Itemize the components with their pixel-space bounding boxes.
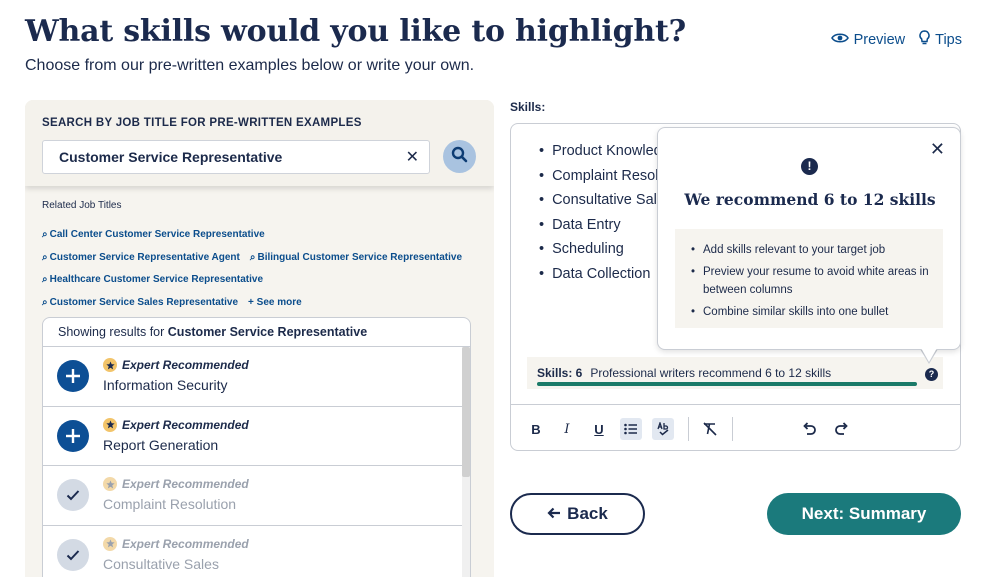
skills-label: Skills: <box>510 100 546 114</box>
expert-recommended-badge: Expert Recommended <box>103 417 249 432</box>
tooltip-tip: Add skills relevant to your target job <box>691 241 933 259</box>
skill-name: Information Security <box>103 377 228 393</box>
search-icon: ⌕ <box>42 296 48 308</box>
eye-icon <box>830 32 849 48</box>
back-button[interactable]: Back <box>510 493 645 535</box>
expert-recommended-badge: Expert Recommended <box>103 536 249 551</box>
plus-icon <box>66 369 80 383</box>
added-skill-button[interactable] <box>57 479 89 511</box>
next-label: Next: Summary <box>801 504 927 523</box>
star-icon <box>103 536 117 551</box>
related-job-titles-heading: Related Job Titles <box>42 200 122 211</box>
page-title: What skills would you like to highlight? <box>25 14 687 49</box>
clear-search-icon[interactable]: ✕ <box>406 147 419 167</box>
search-icon <box>451 146 468 168</box>
skill-name: Report Generation <box>103 436 219 453</box>
bold-button[interactable]: B <box>525 418 547 440</box>
toolbar-divider <box>732 417 733 441</box>
search-icon: ⌕ <box>249 251 256 263</box>
related-job-titles: ⌕ Call Center Customer Service Representa… <box>42 224 482 314</box>
result-item[interactable]: Expert Recommended Report Generation <box>43 407 462 466</box>
search-block: SEARCH BY JOB TITLE FOR PRE-WRITTEN EXAM… <box>25 100 494 186</box>
preview-label: Preview <box>853 32 906 48</box>
skills-recommendation-tooltip: ✕ ! We recommend 6 to 12 skills Add skil… <box>657 127 961 350</box>
underline-button[interactable]: U <box>588 418 610 440</box>
related-title-link[interactable]: ⌕ Call Center Customer Service Representa… <box>42 224 265 247</box>
arrow-left-icon <box>547 504 561 524</box>
back-label: Back <box>567 504 608 523</box>
undo-icon <box>802 422 816 435</box>
job-title-search-input[interactable] <box>59 149 389 165</box>
add-skill-button[interactable] <box>57 419 89 452</box>
help-icon[interactable]: ? <box>925 368 938 381</box>
skills-count: Skills: 6 Professional writers recommend … <box>537 366 832 380</box>
add-skill-button[interactable] <box>57 360 89 392</box>
skills-count-bar: Skills: 6 Professional writers recommend … <box>527 357 943 389</box>
tips-link[interactable]: Tips <box>919 30 962 50</box>
italic-button[interactable]: I <box>556 418 578 440</box>
related-title-link[interactable]: ⌕ Bilingual Customer Service Representati… <box>250 247 462 270</box>
tooltip-title: We recommend 6 to 12 skills <box>684 190 936 209</box>
result-item[interactable]: Expert Recommended Consultative Sales <box>43 526 462 577</box>
plus-icon <box>66 428 80 443</box>
result-item[interactable]: Expert Recommended Information Security <box>43 347 462 407</box>
undo-button[interactable] <box>798 418 820 440</box>
star-icon <box>103 417 117 432</box>
lightbulb-icon <box>919 30 930 50</box>
top-links: Preview Tips <box>830 30 962 50</box>
skills-progress-bar <box>537 382 917 386</box>
preview-link[interactable]: Preview <box>830 30 906 50</box>
added-skill-button[interactable] <box>57 538 89 571</box>
results-heading: Showing results for Customer Service Rep… <box>43 318 470 347</box>
skill-bullet[interactable]: Product Knowled <box>539 139 667 164</box>
skill-name: Complaint Resolution <box>103 496 237 512</box>
skill-bullet[interactable]: Data Entry <box>539 213 667 238</box>
bullet-list-button[interactable] <box>620 418 642 440</box>
spellcheck-icon <box>657 422 669 436</box>
expert-recommended-badge: Expert Recommended <box>103 477 249 491</box>
skill-bullet[interactable]: Complaint Resolu <box>539 164 666 189</box>
tooltip-tip: Preview your resume to avoid white areas… <box>691 263 933 299</box>
results-scrollbar-thumb[interactable] <box>462 347 470 477</box>
job-title-search-field[interactable]: ✕ <box>42 140 430 174</box>
editor-toolbar: B I U <box>511 404 960 450</box>
bullet-list-icon <box>624 423 637 435</box>
result-item[interactable]: Expert Recommended Complaint Resolution <box>43 466 462 526</box>
page-subtitle: Choose from our pre-written examples bel… <box>25 57 475 74</box>
next-summary-button[interactable]: Next: Summary <box>767 493 961 535</box>
skill-bullet[interactable]: Data Collection <box>539 262 667 287</box>
expert-recommended-badge: Expert Recommended <box>103 358 249 372</box>
search-icon: ⌕ <box>42 229 48 240</box>
clear-formatting-button[interactable] <box>699 418 721 440</box>
tooltip-tip: Combine similar skills into one bullet <box>691 303 933 321</box>
skill-bullet[interactable]: Scheduling <box>539 237 667 262</box>
star-icon <box>103 358 117 372</box>
see-more-link[interactable]: + See more <box>248 292 302 315</box>
search-icon: ⌕ <box>42 274 48 285</box>
spellcheck-button[interactable] <box>652 418 674 440</box>
examples-panel: SEARCH BY JOB TITLE FOR PRE-WRITTEN EXAM… <box>25 100 494 577</box>
redo-icon <box>834 422 848 435</box>
skill-bullet[interactable]: Consultative Sale <box>539 188 667 213</box>
clear-formatting-icon <box>703 422 717 436</box>
tooltip-tail-fill <box>921 348 937 362</box>
related-title-link[interactable]: ⌕ Healthcare Customer Service Representat… <box>42 269 263 292</box>
star-icon <box>103 477 117 491</box>
close-icon[interactable]: ✕ <box>930 139 945 160</box>
search-button[interactable] <box>443 140 476 173</box>
search-icon: ⌕ <box>42 251 48 263</box>
related-title-link[interactable]: ⌕ Customer Service Representative Agent <box>42 247 240 270</box>
tips-label: Tips <box>935 32 962 48</box>
related-title-link[interactable]: ⌕ Customer Service Sales Representative <box>42 292 238 315</box>
results-list: Showing results for Customer Service Rep… <box>42 317 471 577</box>
tooltip-tips: Add skills relevant to your target job P… <box>675 229 943 328</box>
search-heading: SEARCH BY JOB TITLE FOR PRE-WRITTEN EXAM… <box>42 117 362 129</box>
checkmark-icon <box>66 549 80 560</box>
toolbar-divider <box>688 417 689 441</box>
skill-name: Consultative Sales <box>103 555 219 572</box>
checkmark-icon <box>66 490 80 501</box>
alert-icon: ! <box>801 158 818 175</box>
redo-button[interactable] <box>830 418 852 440</box>
skills-list[interactable]: Product Knowled Complaint Resolu Consult… <box>539 139 667 287</box>
